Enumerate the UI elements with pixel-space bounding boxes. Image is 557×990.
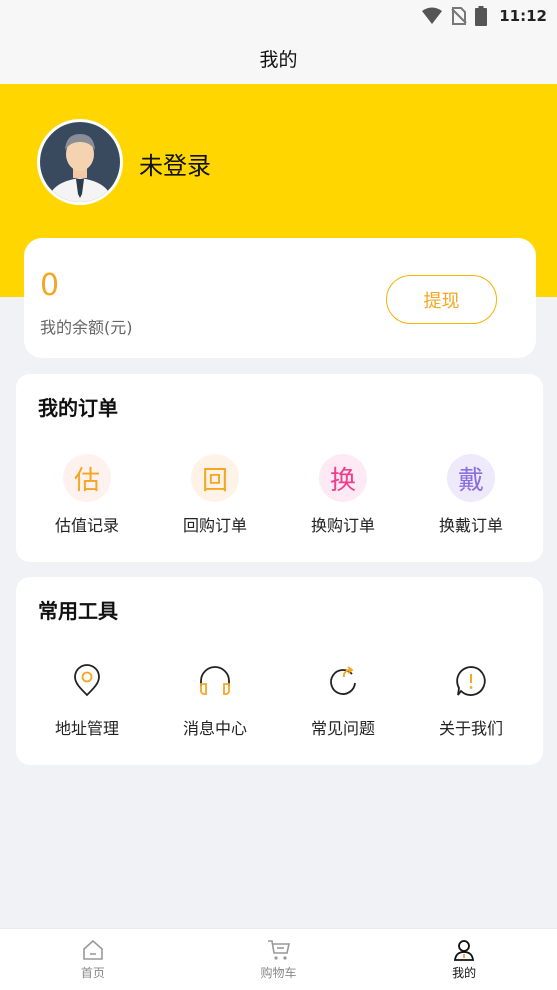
exchange-icon: 换: [319, 454, 367, 502]
status-bar: 11:12: [0, 0, 557, 32]
tools-title: 常用工具: [38, 599, 118, 623]
order-item-label: 回购订单: [182, 516, 247, 535]
refresh-icon: [319, 657, 367, 705]
status-time: 11:12: [499, 7, 547, 25]
tab-label: 首页: [80, 966, 105, 980]
buyback-icon-glyph: 回: [201, 465, 228, 496]
user-avatar-icon: [40, 122, 120, 202]
user-icon: [454, 940, 475, 961]
order-buyback[interactable]: 回 回购订单: [151, 454, 279, 536]
tab-label: 购物车: [260, 966, 297, 980]
order-item-label: 估值记录: [54, 516, 119, 535]
tool-item-label: 地址管理: [54, 719, 119, 738]
wifi-icon: [422, 7, 443, 24]
tool-item-label: 常见问题: [310, 719, 375, 738]
order-exchange-wear[interactable]: 戴 换戴订单: [407, 454, 535, 536]
tool-item-label: 关于我们: [438, 719, 503, 738]
orders-grid: 估 估值记录 回 回购订单 换 换购订单 戴 换戴订单: [16, 454, 543, 536]
tool-item-label: 消息中心: [182, 719, 247, 738]
navigation-bar: 我的: [0, 32, 557, 84]
tool-faq[interactable]: 常见问题: [279, 657, 407, 739]
no-sim-icon: [451, 7, 467, 25]
headphones-icon: [191, 657, 239, 705]
bottom-tab-bar: 首页 购物车 我的: [0, 928, 557, 990]
wear-icon: 戴: [447, 454, 495, 502]
cart-icon: [267, 940, 290, 960]
valuation-icon: 估: [63, 454, 111, 502]
tool-address-management[interactable]: 地址管理: [23, 657, 151, 739]
status-icons: 11:12: [421, 6, 547, 26]
my-orders-card: 我的订单 估 估值记录 回 回购订单 换 换购订单 戴 换戴订单: [16, 374, 543, 562]
buyback-icon: 回: [191, 454, 239, 502]
balance-amount: 0: [40, 268, 60, 303]
tab-cart[interactable]: 购物车: [186, 929, 372, 990]
order-item-label: 换戴订单: [438, 516, 503, 535]
exchange-icon-glyph: 换: [329, 465, 356, 496]
location-pin-icon: [63, 657, 111, 705]
tools-grid: 地址管理 消息中心 常见问题 关于我们: [16, 657, 543, 739]
tab-home[interactable]: 首页: [0, 929, 186, 990]
order-valuation-records[interactable]: 估 估值记录: [23, 454, 151, 536]
order-item-label: 换购订单: [310, 516, 375, 535]
tab-label: 我的: [452, 966, 477, 980]
withdraw-button[interactable]: 提现: [386, 275, 497, 324]
wear-icon-glyph: 戴: [457, 465, 484, 496]
valuation-icon-glyph: 估: [73, 465, 100, 496]
tab-mine[interactable]: 我的: [371, 929, 557, 990]
avatar[interactable]: [37, 119, 123, 205]
orders-title: 我的订单: [38, 396, 118, 420]
order-exchange-purchase[interactable]: 换 换购订单: [279, 454, 407, 536]
tool-about-us[interactable]: 关于我们: [407, 657, 535, 739]
home-icon: [83, 939, 103, 960]
tool-message-center[interactable]: 消息中心: [151, 657, 279, 739]
page-title: 我的: [259, 48, 298, 71]
balance-label: 我的余额(元): [40, 318, 133, 337]
exclamation-bubble-icon: [447, 657, 495, 705]
balance-card: 0 我的余额(元) 提现: [24, 238, 536, 358]
battery-icon: [475, 6, 488, 26]
common-tools-card: 常用工具 地址管理 消息中心 常见问题 关于我们: [16, 577, 543, 765]
username[interactable]: 未登录: [139, 146, 211, 181]
